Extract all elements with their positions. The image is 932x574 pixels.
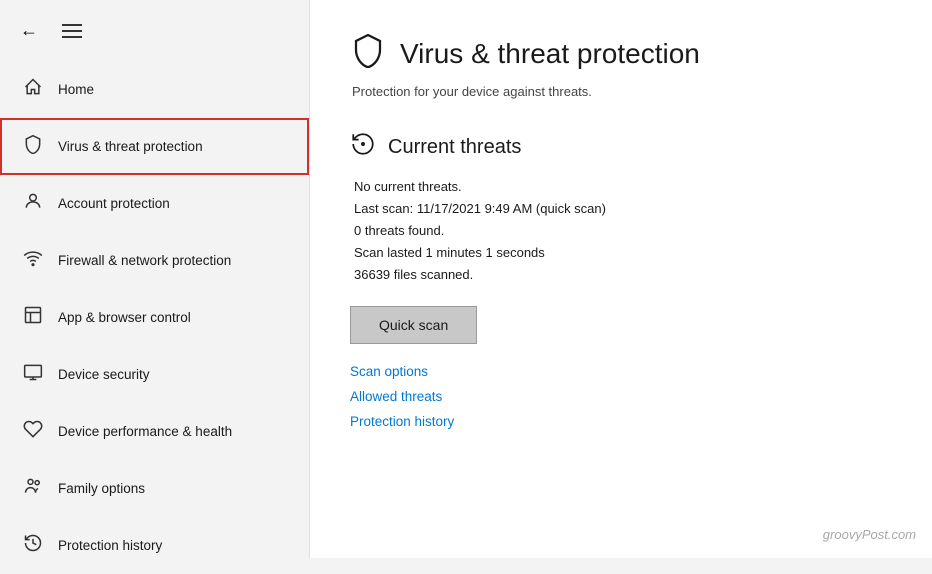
threat-line-1: No current threats.: [354, 176, 892, 198]
home-icon: [22, 77, 44, 102]
page-header: Virus & threat protection: [350, 32, 892, 76]
links-section: Scan options Allowed threats Protection …: [350, 364, 892, 429]
sidebar-header: ←: [0, 0, 309, 53]
sidebar-item-device-security[interactable]: Device security: [0, 346, 309, 403]
threat-line-3: 0 threats found.: [354, 220, 892, 242]
sidebar-item-protection-history-label: Protection history: [58, 538, 162, 553]
heart-icon: [22, 419, 44, 444]
hamburger-line-1: [62, 24, 82, 26]
device-icon: [22, 362, 44, 387]
quick-scan-button[interactable]: Quick scan: [350, 306, 477, 344]
sidebar-item-firewall[interactable]: Firewall & network protection: [0, 232, 309, 289]
threat-line-2: Last scan: 11/17/2021 9:49 AM (quick sca…: [354, 198, 892, 220]
sidebar-item-virus-threat[interactable]: Virus & threat protection: [0, 118, 309, 175]
sidebar-item-family-options[interactable]: Family options: [0, 460, 309, 517]
threat-line-4: Scan lasted 1 minutes 1 seconds: [354, 242, 892, 264]
threat-info: No current threats. Last scan: 11/17/202…: [350, 176, 892, 286]
sidebar-item-home[interactable]: Home: [0, 61, 309, 118]
sidebar-item-virus-threat-label: Virus & threat protection: [58, 139, 203, 154]
section-title: Current threats: [388, 136, 521, 159]
nav-menu: Home Virus & threat protection Account p…: [0, 61, 309, 574]
allowed-threats-link[interactable]: Allowed threats: [350, 389, 892, 404]
hamburger-line-2: [62, 30, 82, 32]
browser-icon: [22, 305, 44, 330]
sidebar: ← Home Virus & threat protection: [0, 0, 310, 558]
sidebar-item-app-browser[interactable]: App & browser control: [0, 289, 309, 346]
threat-line-5: 36639 files scanned.: [354, 264, 892, 286]
back-button[interactable]: ←: [16, 16, 42, 45]
sidebar-item-protection-history[interactable]: Protection history: [0, 517, 309, 574]
sidebar-item-account-label: Account protection: [58, 196, 170, 211]
current-threats-icon: [350, 131, 376, 164]
protection-history-link[interactable]: Protection history: [350, 414, 892, 429]
family-icon: [22, 476, 44, 501]
shield-icon: [22, 134, 44, 159]
wifi-icon: [22, 248, 44, 273]
sidebar-item-account-protection[interactable]: Account protection: [0, 175, 309, 232]
hamburger-menu-button[interactable]: [58, 20, 86, 42]
main-content: Virus & threat protection Protection for…: [310, 0, 932, 558]
history-icon: [22, 533, 44, 558]
page-title: Virus & threat protection: [400, 38, 700, 70]
scan-options-link[interactable]: Scan options: [350, 364, 892, 379]
section-header: Current threats: [350, 131, 892, 164]
sidebar-item-home-label: Home: [58, 82, 94, 97]
sidebar-item-device-security-label: Device security: [58, 367, 150, 382]
page-header-shield-icon: [350, 32, 386, 76]
sidebar-item-app-browser-label: App & browser control: [58, 310, 191, 325]
sidebar-item-device-performance-label: Device performance & health: [58, 424, 232, 439]
page-subtitle: Protection for your device against threa…: [350, 84, 892, 99]
account-icon: [22, 191, 44, 216]
hamburger-line-3: [62, 36, 82, 38]
sidebar-item-device-performance[interactable]: Device performance & health: [0, 403, 309, 460]
watermark: groovyPost.com: [823, 527, 916, 542]
back-arrow-icon: ←: [20, 20, 38, 41]
sidebar-item-firewall-label: Firewall & network protection: [58, 253, 231, 268]
sidebar-item-family-label: Family options: [58, 481, 145, 496]
